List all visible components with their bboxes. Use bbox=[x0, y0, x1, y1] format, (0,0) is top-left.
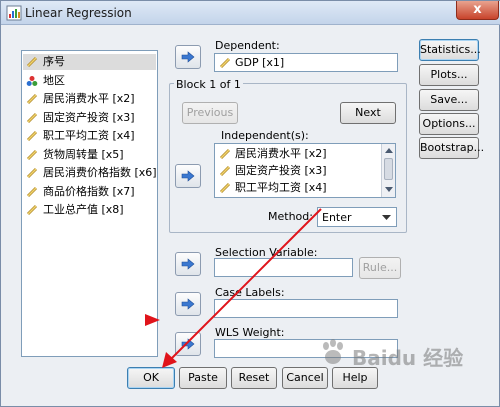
annotation-pointer-marker bbox=[145, 314, 160, 326]
annotation-overlay bbox=[145, 208, 322, 368]
annotation-arrow-to-ok bbox=[162, 208, 322, 368]
